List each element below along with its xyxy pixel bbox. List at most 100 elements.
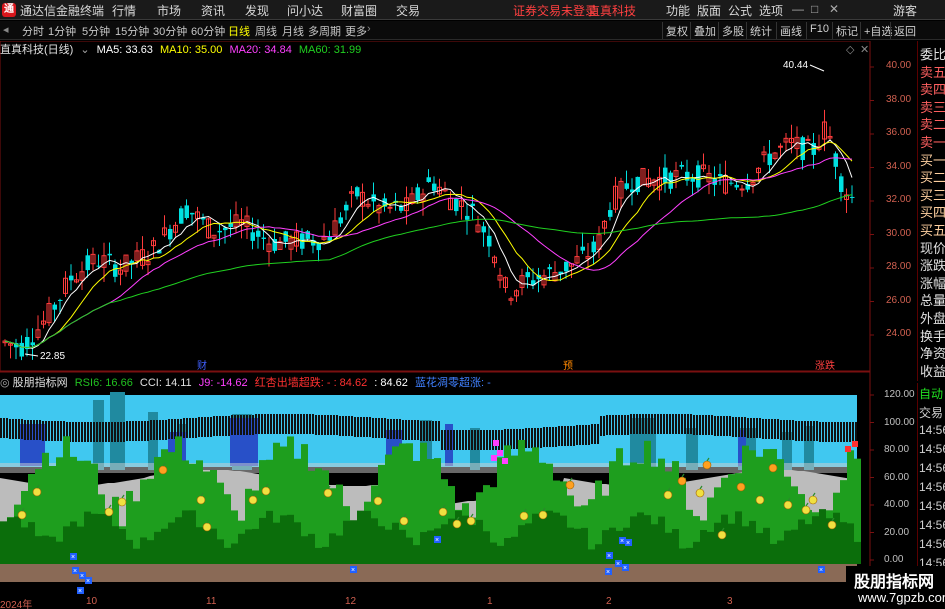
period-tab-weekly[interactable]: 周线	[255, 23, 277, 39]
stripe-band	[789, 420, 791, 440]
diamond-icon[interactable]: ◇	[846, 43, 854, 56]
auto-trade-item[interactable]: 自动	[919, 385, 943, 402]
side-panel-item[interactable]: 买四	[920, 202, 945, 221]
side-panel-item[interactable]: 卖五	[920, 62, 945, 81]
stripe-band	[84, 422, 86, 442]
side-panel-item[interactable]: 买一	[920, 150, 945, 169]
menu-discover[interactable]: 发现	[245, 2, 269, 19]
menu-market[interactable]: 市场	[157, 2, 181, 19]
stripe-band	[648, 414, 650, 434]
stripe-band	[381, 418, 383, 438]
dark-green-bar	[77, 526, 84, 564]
stripe-band	[6, 418, 8, 438]
period-tab-more[interactable]: 更多	[345, 23, 367, 39]
period-tab-1min[interactable]: 1分钟	[48, 23, 76, 39]
period-tab-5min[interactable]: 5分钟	[82, 23, 110, 39]
menu-options[interactable]: 选项	[759, 2, 783, 19]
side-panel-item[interactable]: 现价	[920, 238, 945, 257]
period-tab-multi[interactable]: 多周期	[308, 23, 341, 39]
indicator-settings-icon[interactable]: ◎	[0, 377, 10, 389]
candle-up	[739, 188, 745, 191]
side-panel-item[interactable]: 涨跌	[920, 255, 945, 274]
stripe-band	[24, 420, 26, 440]
trade-login-warning[interactable]: 证券交易未登录	[513, 2, 597, 19]
red-signal-label: 红杏出墙超跌: -	[254, 377, 331, 389]
ground-band	[0, 564, 857, 582]
panel-close-icon[interactable]: ✕	[860, 43, 869, 56]
period-tab-monthly[interactable]: 月线	[282, 23, 304, 39]
side-panel-item[interactable]: 卖三	[920, 97, 945, 116]
overlay-button[interactable]: 叠加	[690, 22, 719, 39]
draw-line-button[interactable]: 画线	[776, 22, 805, 39]
menu-news[interactable]: 资讯	[201, 2, 225, 19]
period-tab-15min[interactable]: 15分钟	[115, 23, 149, 39]
stripe-band	[60, 421, 62, 441]
multi-stock-button[interactable]: 多股	[718, 22, 747, 39]
stripe-band	[276, 414, 278, 434]
candle-down	[800, 137, 805, 161]
stripe-band	[546, 427, 548, 447]
statistics-button[interactable]: 统计	[746, 22, 775, 39]
stripe-band	[822, 422, 824, 442]
stripe-band	[525, 428, 527, 448]
menu-ask[interactable]: 问小达	[287, 2, 323, 19]
side-panel-item[interactable]: 卖二	[920, 114, 945, 133]
stripe-band	[429, 421, 431, 441]
close-icon[interactable]: ✕	[829, 2, 839, 16]
dark-green-bar	[49, 536, 56, 564]
back-button[interactable]: 返回	[890, 22, 919, 39]
stripe-band	[222, 416, 224, 436]
side-panel-item[interactable]: 卖一	[920, 132, 945, 151]
guest-user[interactable]: 游客	[893, 2, 917, 19]
dark-green-bar	[189, 510, 196, 564]
menu-trade[interactable]: 交易	[396, 2, 420, 19]
stripe-band	[96, 422, 98, 442]
candle-down	[608, 210, 613, 217]
side-panel-item[interactable]: 涨幅	[920, 273, 945, 292]
auto-trade-item[interactable]: 交易	[919, 404, 943, 421]
more-chevron-icon[interactable]: ›	[367, 23, 371, 35]
dark-green-bar	[350, 520, 357, 564]
stripe-band	[759, 418, 761, 438]
stripe-band	[240, 415, 242, 435]
settings-icon[interactable]: ⌄	[80, 44, 89, 56]
side-panel-item[interactable]: 买二	[920, 167, 945, 186]
side-panel-item[interactable]: 外盘	[920, 308, 945, 327]
period-tab-30min[interactable]: 30分钟	[153, 23, 187, 39]
side-panel-item[interactable]: 净资	[920, 343, 945, 362]
indicator-y-tick: 120.00	[884, 389, 915, 400]
f10-button[interactable]: F10	[806, 22, 832, 39]
menu-function[interactable]: 功能	[666, 2, 690, 19]
menu-quotes[interactable]: 行情	[112, 2, 136, 19]
x-tick-label: 12	[345, 596, 357, 607]
mark-button[interactable]: 标记	[832, 22, 861, 39]
period-tab-intraday[interactable]: 分时	[22, 23, 44, 39]
side-panel-item[interactable]: 换手	[920, 326, 945, 345]
side-panel-item[interactable]: 委比	[920, 44, 945, 63]
stripe-band	[138, 421, 140, 441]
menu-wealth[interactable]: 财富圈	[341, 2, 377, 19]
period-tab-60min[interactable]: 60分钟	[191, 23, 225, 39]
menu-layout[interactable]: 版面	[697, 2, 721, 19]
maximize-icon[interactable]: □	[811, 2, 818, 16]
stripe-band	[819, 422, 821, 442]
candle-down	[184, 205, 189, 219]
adjust-button[interactable]: 复权	[662, 22, 691, 39]
stripe-band	[300, 414, 302, 434]
minimize-icon[interactable]: —	[792, 2, 804, 16]
candle-down	[624, 183, 629, 189]
dark-green-bar	[581, 527, 588, 564]
side-panel-item[interactable]: 买三	[920, 185, 945, 204]
side-panel-item[interactable]: 卖四	[920, 79, 945, 98]
stripe-band	[657, 414, 659, 434]
period-tab-daily[interactable]: 日线	[228, 23, 250, 39]
low-price-label: 22.85	[40, 351, 65, 362]
side-panel-item[interactable]: 收益	[920, 361, 945, 380]
stripe-band	[411, 420, 413, 440]
stripe-band	[225, 416, 227, 436]
side-panel-item[interactable]: 总量	[920, 290, 945, 309]
collapse-icon[interactable]: ◂	[3, 23, 9, 36]
menu-formula[interactable]: 公式	[728, 2, 752, 19]
stripe-band	[681, 414, 683, 434]
side-panel-item[interactable]: 买五	[920, 220, 945, 239]
